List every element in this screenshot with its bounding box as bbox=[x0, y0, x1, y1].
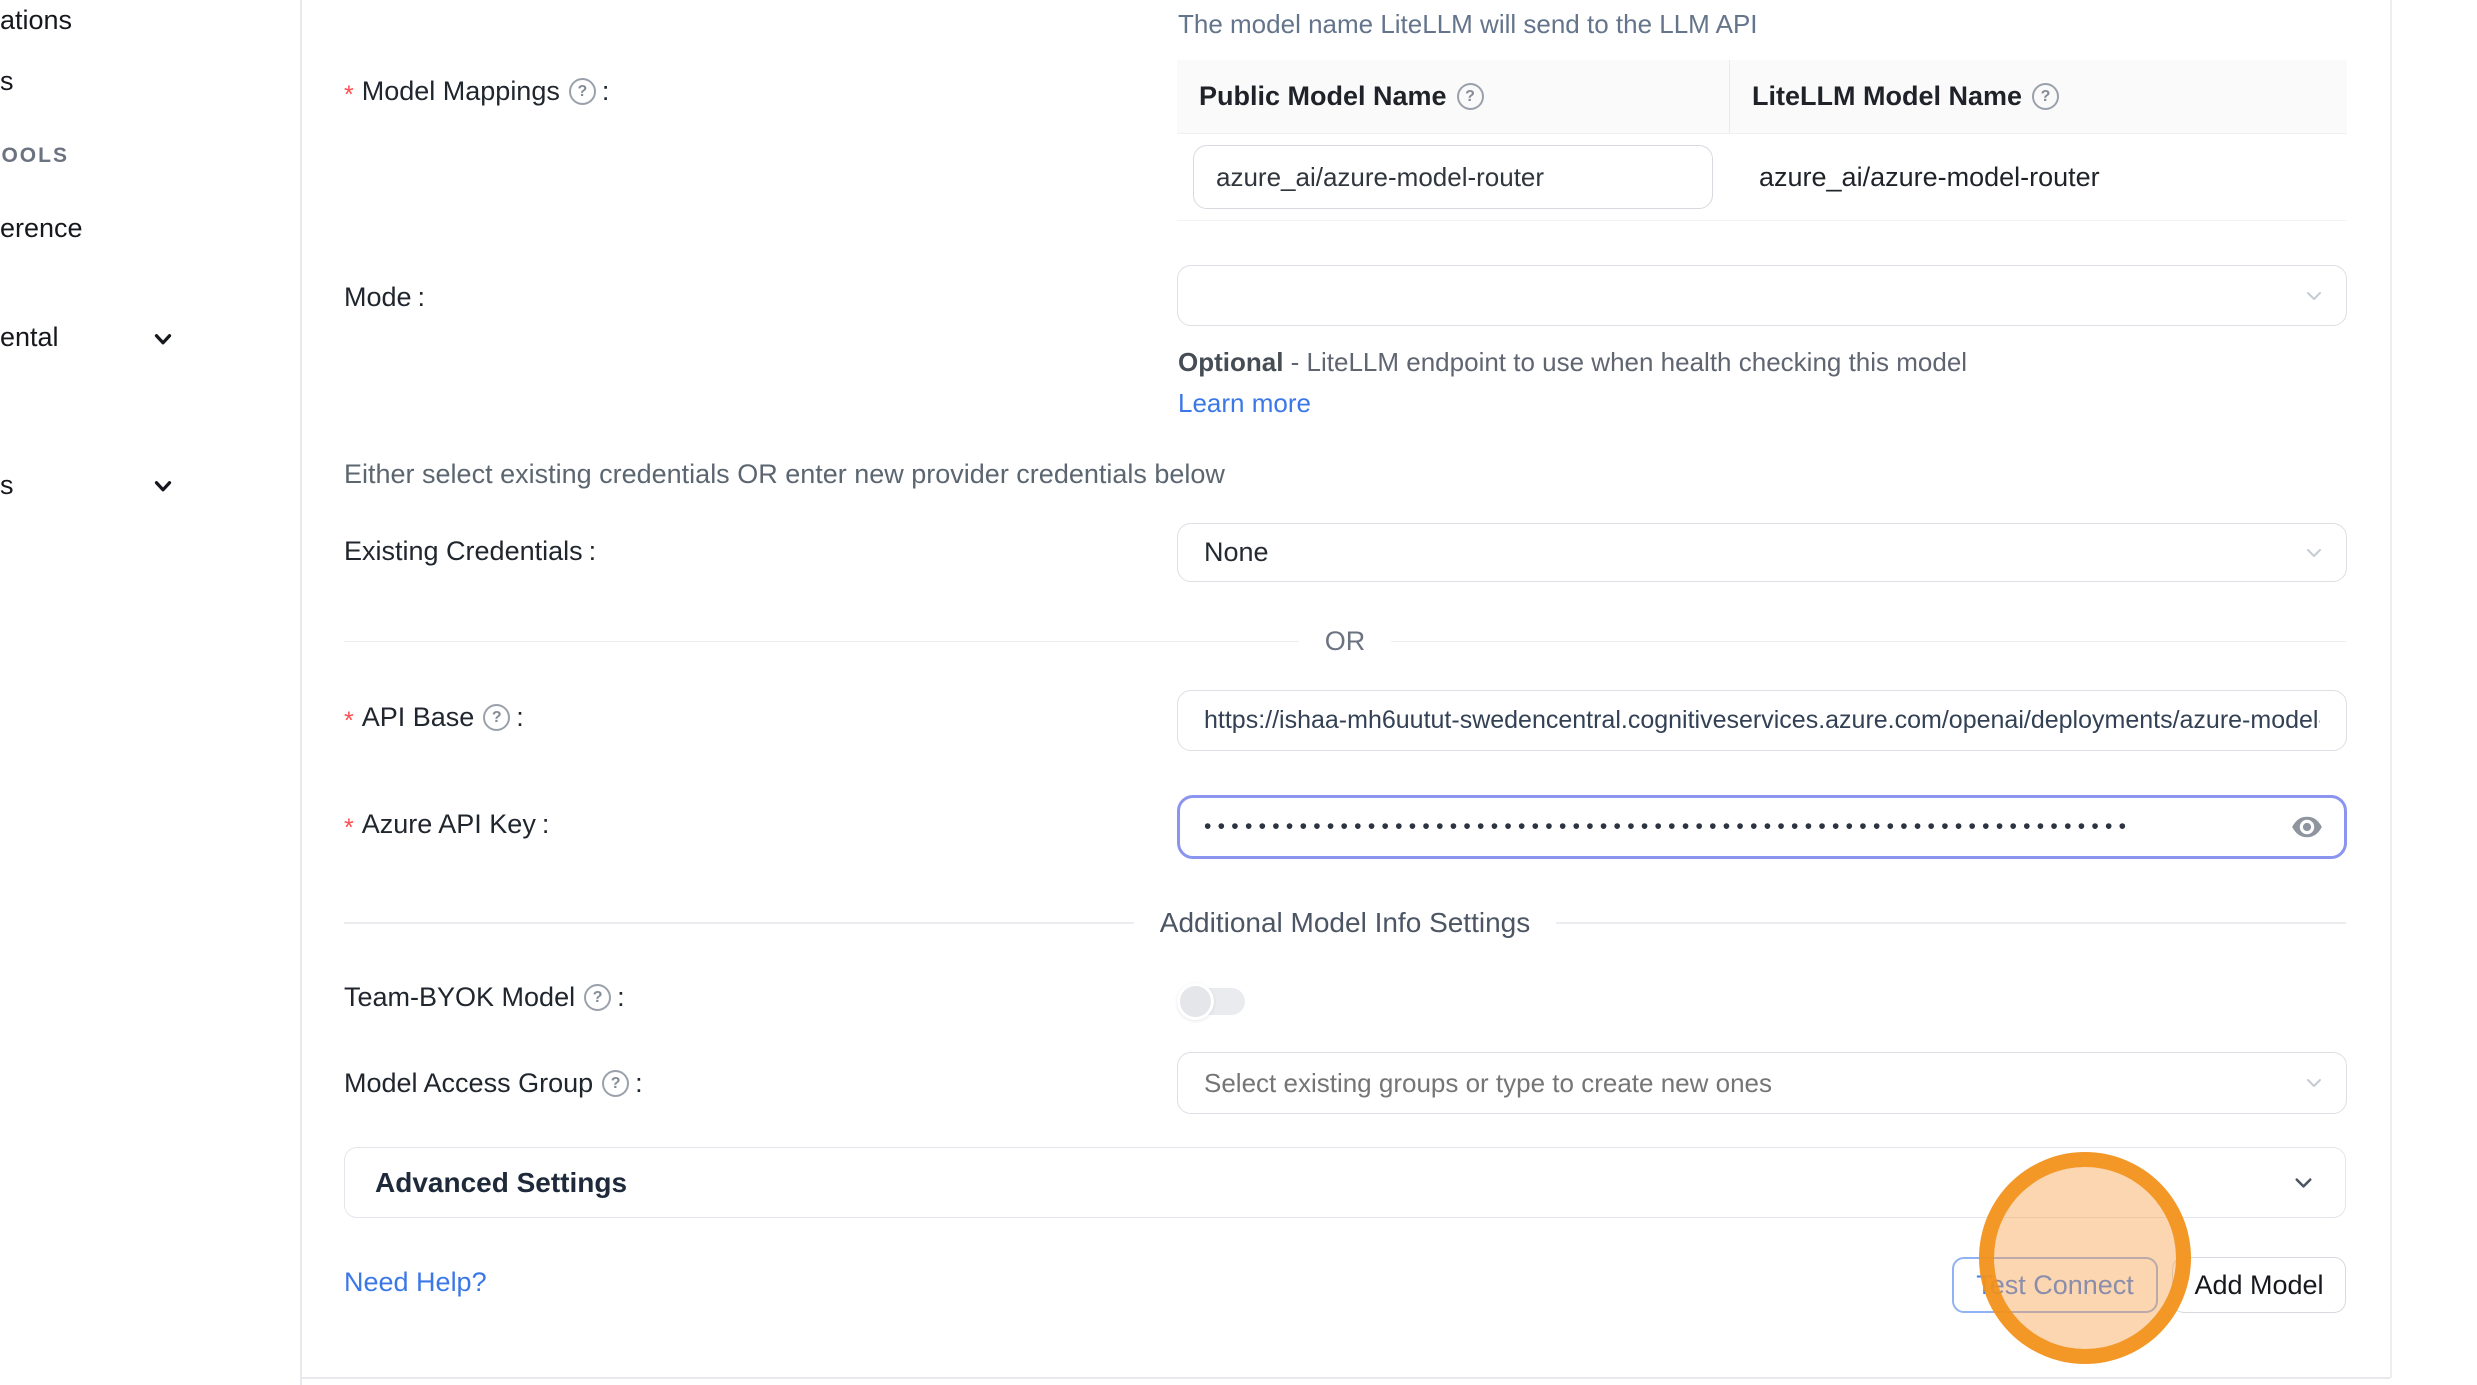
toggle-knob bbox=[1177, 983, 1214, 1020]
sidebar-item-label: ental bbox=[0, 322, 59, 352]
litellm-model-name-value: azure_ai/azure-model-router bbox=[1713, 162, 2100, 193]
chevron-down-icon bbox=[150, 473, 176, 499]
required-asterisk: * bbox=[344, 81, 354, 110]
chevron-down-icon bbox=[2290, 1169, 2317, 1196]
azure-api-key-label: * Azure API Key : bbox=[344, 809, 549, 840]
sidebar-item-fragment[interactable]: ations bbox=[0, 5, 72, 36]
sidebar-section-tools: TOOLS bbox=[0, 144, 69, 168]
sidebar-item-label: s bbox=[0, 470, 14, 500]
api-base-input[interactable]: https://ishaa-mh6uutut-swedencentral.cog… bbox=[1177, 690, 2347, 751]
test-connect-button[interactable]: Test Connect bbox=[1952, 1257, 2158, 1313]
help-icon[interactable]: ? bbox=[1457, 83, 1484, 110]
existing-credentials-label: Existing Credentials : bbox=[344, 536, 596, 567]
sidebar-item-label: s bbox=[0, 66, 14, 96]
azure-api-key-input[interactable]: ••••••••••••••••••••••••••••••••••••••••… bbox=[1177, 795, 2347, 859]
team-byok-toggle[interactable] bbox=[1181, 988, 1245, 1015]
mode-label: Mode : bbox=[344, 282, 425, 313]
health-check-note: Optional - LiteLLM endpoint to use when … bbox=[1178, 342, 1994, 424]
chevron-down-icon bbox=[150, 326, 176, 352]
need-help-link[interactable]: Need Help? bbox=[344, 1267, 487, 1298]
advanced-settings-panel[interactable]: Advanced Settings bbox=[344, 1147, 2346, 1218]
advanced-settings-title: Advanced Settings bbox=[375, 1167, 627, 1199]
api-base-value: https://ishaa-mh6uutut-swedencentral.cog… bbox=[1204, 706, 2320, 735]
help-icon[interactable]: ? bbox=[483, 704, 510, 731]
model-mappings-label: * Model Mappings ? : bbox=[344, 76, 609, 107]
sidebar-divider bbox=[300, 0, 302, 1385]
add-model-page: ations s TOOLS erence ental s The model … bbox=[0, 0, 2477, 1385]
card-bottom-border bbox=[300, 1377, 2390, 1379]
model-access-group-input[interactable] bbox=[1204, 1068, 2264, 1099]
required-asterisk: * bbox=[344, 814, 354, 843]
model-access-group-label: Model Access Group ? : bbox=[344, 1068, 643, 1099]
model-mappings-header-row: Public Model Name ? LiteLLM Model Name ? bbox=[1177, 60, 2347, 134]
sidebar: ations s TOOLS erence ental s bbox=[0, 0, 300, 1385]
model-mappings-row: azure_ai/azure-model-router bbox=[1177, 134, 2347, 221]
litellm-model-name-header: LiteLLM Model Name ? bbox=[1729, 60, 2347, 133]
additional-info-divider: Additional Model Info Settings bbox=[344, 907, 2346, 939]
card-right-border bbox=[2390, 0, 2392, 1378]
sidebar-section-label: TOOLS bbox=[0, 144, 69, 167]
help-icon[interactable]: ? bbox=[584, 984, 611, 1011]
masked-api-key-value: ••••••••••••••••••••••••••••••••••••••••… bbox=[1204, 815, 2244, 839]
or-divider: OR bbox=[344, 626, 2346, 657]
chevron-down-icon bbox=[2302, 284, 2326, 308]
model-access-group-select[interactable] bbox=[1177, 1052, 2347, 1114]
help-icon[interactable]: ? bbox=[2032, 83, 2059, 110]
sidebar-item-fragment[interactable]: ental bbox=[0, 322, 59, 353]
model-mappings-table: Public Model Name ? LiteLLM Model Name ?… bbox=[1177, 60, 2347, 221]
sidebar-item-fragment[interactable]: s bbox=[0, 66, 14, 97]
sidebar-item-label: ations bbox=[0, 5, 72, 35]
public-model-name-header: Public Model Name ? bbox=[1177, 60, 1729, 133]
existing-credentials-select[interactable]: None bbox=[1177, 523, 2347, 582]
help-icon[interactable]: ? bbox=[602, 1070, 629, 1097]
sidebar-item-fragment[interactable]: erence bbox=[0, 213, 83, 244]
learn-more-link[interactable]: Learn more bbox=[1178, 388, 1311, 418]
required-asterisk: * bbox=[344, 707, 354, 736]
existing-credentials-value: None bbox=[1204, 537, 1269, 568]
chevron-down-icon bbox=[2302, 541, 2326, 565]
add-model-button[interactable]: Add Model bbox=[2172, 1257, 2346, 1313]
chevron-down-icon bbox=[2302, 1071, 2326, 1095]
credentials-note: Either select existing credentials OR en… bbox=[344, 459, 1225, 490]
public-model-name-input[interactable] bbox=[1193, 145, 1713, 209]
sidebar-item-label: erence bbox=[0, 213, 83, 243]
help-icon[interactable]: ? bbox=[569, 78, 596, 105]
eye-icon[interactable] bbox=[2290, 810, 2324, 844]
sidebar-item-fragment[interactable]: s bbox=[0, 470, 14, 501]
model-name-helper-text: The model name LiteLLM will send to the … bbox=[1178, 9, 1758, 40]
team-byok-label: Team-BYOK Model ? : bbox=[344, 982, 625, 1013]
api-base-label: * API Base ? : bbox=[344, 702, 524, 733]
mode-select[interactable] bbox=[1177, 265, 2347, 326]
